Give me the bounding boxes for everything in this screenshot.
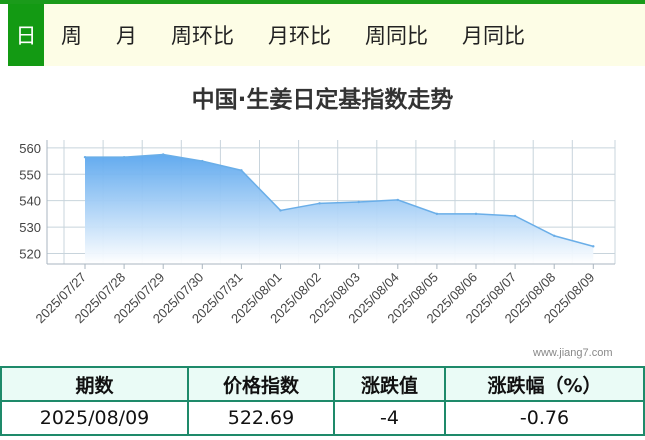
index-trend-chart: 5205305405505602025/07/272025/07/282025/…	[19, 140, 616, 326]
header-period: 期数	[0, 366, 189, 402]
tab-month[interactable]: 月	[99, 4, 154, 66]
data-point	[553, 234, 556, 237]
header-change-value: 涨跌值	[333, 366, 446, 402]
watermark-text: www.jiang7.com	[533, 347, 613, 359]
tab-week[interactable]: 周	[44, 4, 99, 66]
series-area-fill	[85, 154, 594, 264]
data-point	[435, 212, 439, 216]
data-point	[513, 214, 517, 218]
data-point	[240, 169, 243, 172]
data-point	[474, 212, 478, 216]
period-tab-bar: 日 周 月 周环比 月环比 周同比 月同比	[8, 4, 645, 66]
y-tick-label: 550	[19, 167, 41, 182]
data-point	[592, 245, 595, 248]
y-tick-label: 520	[19, 246, 41, 261]
cell-period: 2025/08/09	[0, 400, 189, 436]
data-point	[201, 159, 204, 163]
data-point	[357, 200, 360, 204]
tab-week-year-on-year[interactable]: 周同比	[348, 4, 445, 66]
chart-title: 中国·生姜日定基指数走势	[191, 87, 454, 113]
data-point	[279, 209, 282, 212]
area-layer	[83, 153, 595, 264]
cell-change-percent: -0.76	[444, 400, 645, 436]
data-point	[122, 155, 126, 159]
data-point	[318, 202, 321, 205]
y-tick-label: 560	[19, 141, 41, 156]
tab-month-on-month[interactable]: 月环比	[251, 4, 348, 66]
summary-table: 期数 价格指数 涨跌值 涨跌幅（%） 2025/08/09 522.69 -4 …	[0, 366, 645, 436]
data-point	[83, 155, 87, 159]
header-price-index: 价格指数	[187, 366, 335, 402]
tab-week-on-week[interactable]: 周环比	[154, 4, 251, 66]
y-tick-label: 540	[19, 194, 41, 209]
data-point	[162, 153, 165, 156]
tab-day[interactable]: 日	[8, 4, 44, 66]
cell-change-value: -4	[333, 400, 446, 436]
table-header-row: 期数 价格指数 涨跌值 涨跌幅（%）	[0, 366, 645, 402]
cell-price-index: 522.69	[187, 400, 335, 436]
header-change-percent: 涨跌幅（%）	[444, 366, 645, 402]
y-tick-label: 530	[19, 220, 41, 235]
data-point	[396, 198, 399, 202]
tab-month-year-on-year[interactable]: 月同比	[445, 4, 542, 66]
table-row: 2025/08/09 522.69 -4 -0.76	[0, 400, 645, 436]
